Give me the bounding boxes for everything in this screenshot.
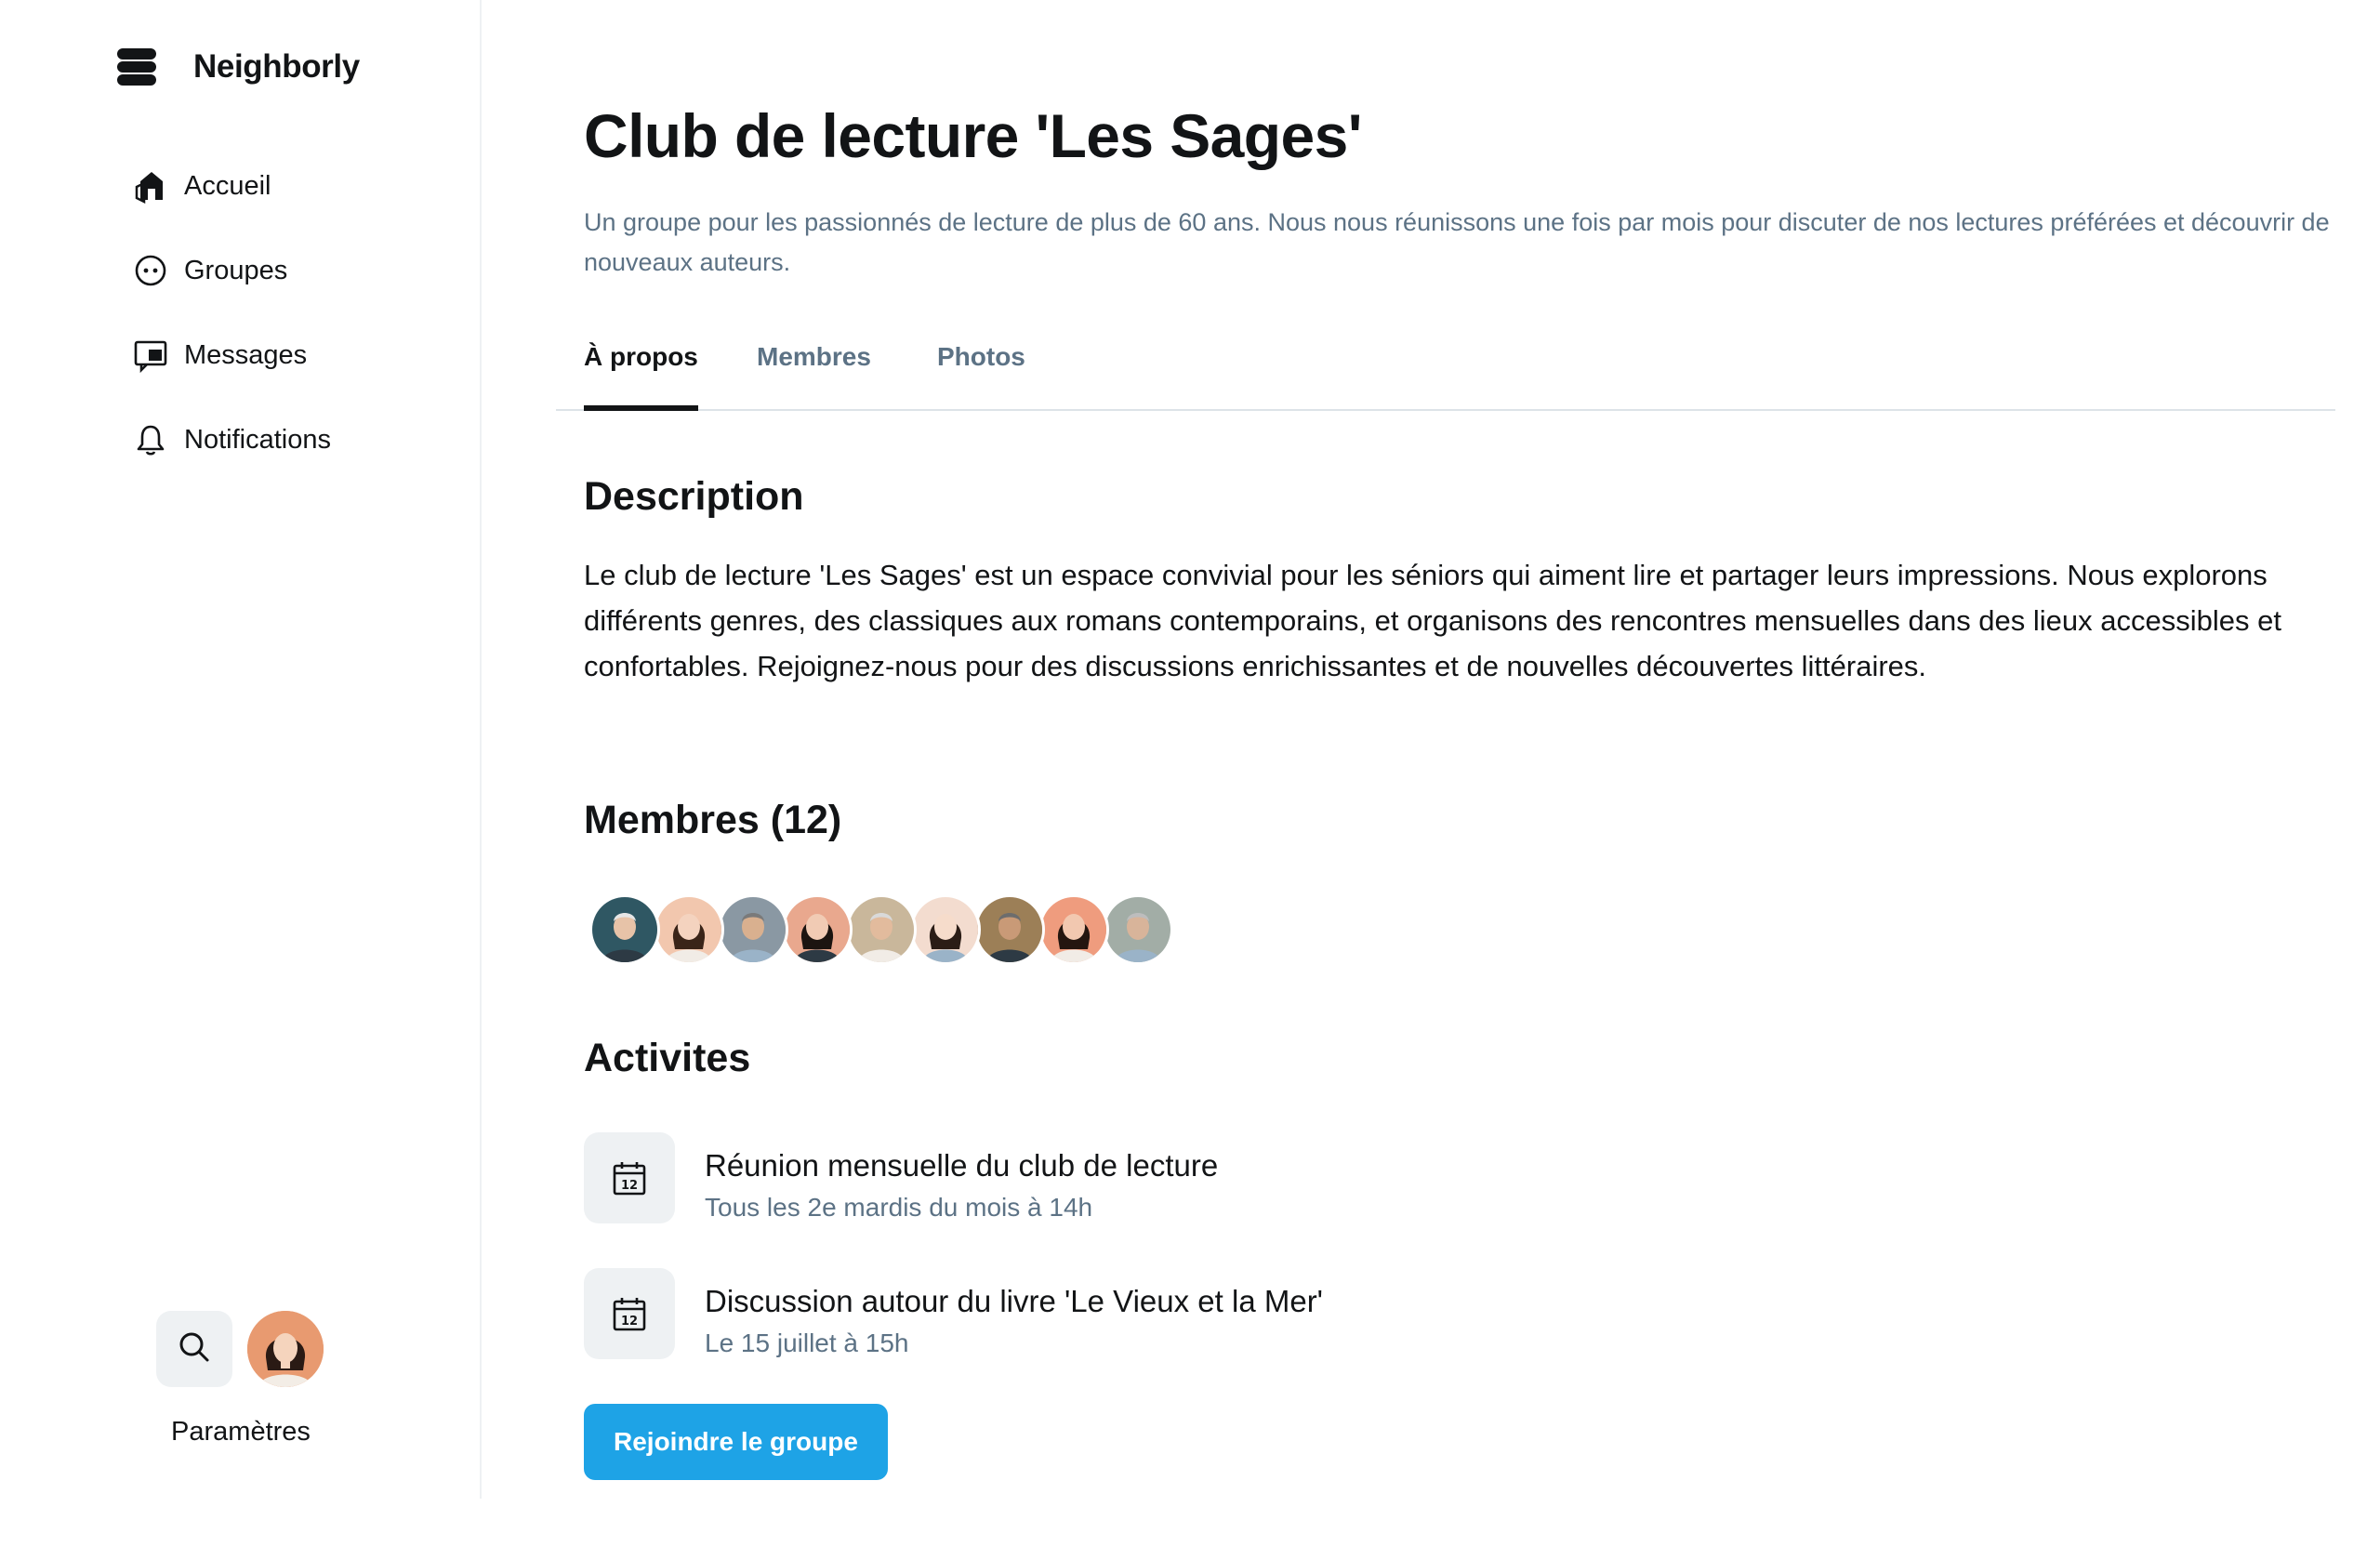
sidebar-item-label: Messages [184,339,308,370]
member-avatar[interactable] [589,894,660,965]
search-icon [177,1329,212,1369]
svg-text:12: 12 [621,1315,638,1329]
sidebar-item-label: Accueil [184,170,271,201]
bell-icon [132,421,169,458]
messages-icon [132,337,169,374]
brand-name: Neighborly [193,48,360,85]
tab-a-propos[interactable]: À propos [584,342,698,411]
member-avatar[interactable] [1038,894,1109,965]
search-button[interactable] [156,1311,232,1387]
member-avatar[interactable] [974,894,1045,965]
member-avatar[interactable] [1103,894,1173,965]
page-subtitle: Un groupe pour les passionnés de lecture… [584,208,2330,276]
activity-subtitle: Le 15 juillet à 15h [705,1329,909,1357]
member-avatar[interactable] [654,894,724,965]
groups-icon [132,252,169,289]
activity-item[interactable]: 12 Discussion autour du livre 'Le Vieux … [584,1268,1323,1359]
description-text: Le club de lecture 'Les Sages' est un es… [584,559,2281,682]
member-avatar[interactable] [718,894,788,965]
join-group-button[interactable]: Rejoindre le groupe [584,1404,888,1480]
members-heading: Membres (12) [584,798,842,842]
sidebar-footer [156,1311,324,1387]
member-avatar[interactable] [846,894,917,965]
sidebar-item-messages[interactable]: Messages [132,329,331,381]
activity-text: Discussion autour du livre 'Le Vieux et … [705,1268,1323,1359]
tab-membres[interactable]: Membres [757,342,871,411]
calendar-icon: 12 [584,1132,675,1223]
member-avatar[interactable] [782,894,853,965]
activity-title: Discussion autour du livre 'Le Vieux et … [705,1284,1323,1318]
sidebar-item-label: Notifications [184,424,331,455]
sidebar: Neighborly Accueil Groupes Messages Noti… [0,0,482,1499]
sidebar-item-notifications[interactable]: Notifications [132,414,331,466]
member-avatars [589,894,1173,965]
page-title: Club de lecture 'Les Sages' [584,101,1362,170]
activity-item[interactable]: 12 Réunion mensuelle du club de lecture … [584,1132,1218,1223]
brand[interactable]: Neighborly [115,45,360,89]
svg-text:12: 12 [621,1179,638,1193]
tab-photos[interactable]: Photos [937,342,1025,411]
stack-logo-icon [115,46,158,88]
activity-title: Réunion mensuelle du club de lecture [705,1148,1219,1183]
activity-text: Réunion mensuelle du club de lecture Tou… [705,1132,1218,1223]
home-icon [132,167,169,205]
sidebar-item-accueil[interactable]: Accueil [132,160,331,212]
calendar-icon: 12 [584,1268,675,1359]
member-avatar[interactable] [910,894,981,965]
avatar[interactable] [247,1311,324,1387]
description-heading: Description [584,474,804,519]
activity-subtitle: Tous les 2e mardis du mois à 14h [705,1193,1093,1222]
sidebar-nav: Accueil Groupes Messages Notifications [132,160,331,498]
sidebar-item-groupes[interactable]: Groupes [132,245,331,297]
settings-link[interactable]: Paramètres [0,1417,482,1448]
activities-heading: Activites [584,1036,751,1080]
sidebar-item-label: Groupes [184,255,288,285]
tab-bar: À propos Membres Photos [556,331,2335,411]
